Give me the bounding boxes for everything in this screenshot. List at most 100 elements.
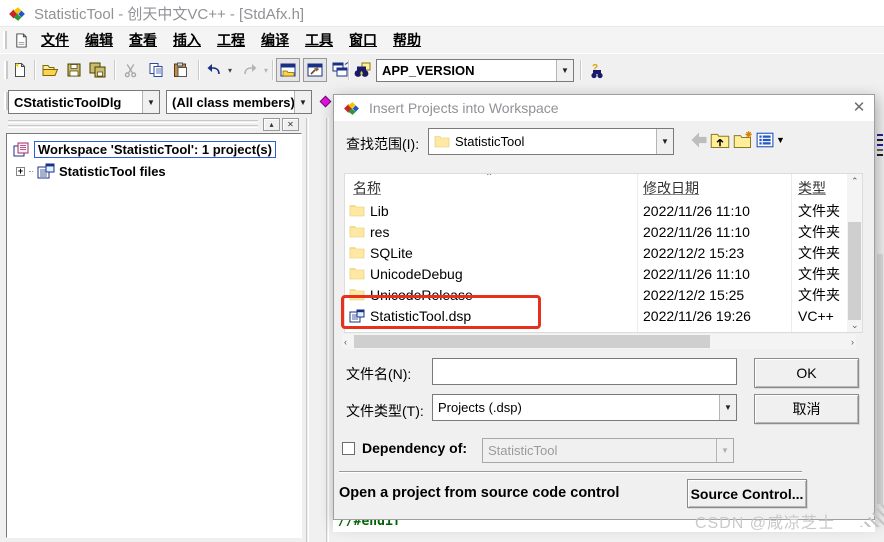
look-in-arrow-icon[interactable]: ▼ — [656, 129, 673, 154]
output-pane-toggle[interactable] — [303, 58, 327, 82]
scroll-left-icon[interactable]: ‹ — [344, 337, 347, 347]
tree-child-row[interactable]: + StatisticTool files — [16, 163, 166, 179]
watermark: CSDN @咸凉芝士 — [695, 509, 835, 533]
cancel-button[interactable]: 取消 — [754, 394, 859, 424]
menu-item[interactable]: 编译 — [253, 30, 297, 50]
file-date: 2022/12/2 15:25 — [643, 287, 744, 303]
panel-close-button[interactable]: ✕ — [282, 118, 299, 131]
dialog-titlebar: Insert Projects into Workspace ✕ — [334, 95, 874, 121]
highlight-annotation — [341, 295, 541, 329]
file-name[interactable]: res — [370, 224, 389, 240]
wizard-action-diamond-icon[interactable] — [318, 94, 333, 109]
column-header-type[interactable]: 类型 — [798, 178, 826, 198]
mdi-document-icon[interactable] — [14, 33, 29, 48]
view-menu-icon[interactable] — [756, 131, 774, 149]
save-all-button[interactable] — [86, 58, 110, 82]
scroll-thumb[interactable] — [848, 222, 861, 320]
undo-dropdown-caret[interactable]: ▾ — [228, 66, 232, 75]
file-row[interactable]: Lib2022/11/26 11:10文件夹 — [345, 200, 862, 221]
menu-item[interactable]: 帮助 — [385, 30, 429, 50]
members-combo[interactable]: (All class members) ▼ — [166, 90, 312, 114]
redo-button[interactable] — [238, 58, 262, 82]
undo-button[interactable] — [202, 58, 226, 82]
file-name-label: 文件名(N): — [346, 364, 411, 384]
find-in-files-button[interactable] — [350, 58, 374, 82]
file-type-arrow-icon[interactable]: ▼ — [719, 395, 736, 420]
tree-root-label[interactable]: Workspace 'StatisticTool': 1 project(s) — [34, 141, 276, 158]
cut-icon — [123, 63, 138, 78]
file-row[interactable]: SQLite2022/12/2 15:23文件夹 — [345, 242, 862, 263]
column-header-date[interactable]: 修改日期 — [643, 178, 699, 198]
menu-item[interactable]: 编辑 — [77, 30, 121, 50]
file-name[interactable]: SQLite — [370, 245, 413, 261]
column-header-name[interactable]: 名称 — [353, 178, 381, 198]
tree-root-row[interactable]: Workspace 'StatisticTool': 1 project(s) — [13, 141, 276, 158]
find-combo[interactable]: APP_VERSION ▼ — [376, 59, 574, 82]
class-combo-arrow-icon[interactable]: ▼ — [142, 91, 159, 113]
file-type: 文件夹 — [798, 201, 840, 221]
file-name[interactable]: UnicodeDebug — [370, 266, 463, 282]
panel-splitter[interactable] — [306, 118, 309, 542]
list-vertical-scrollbar[interactable]: ⌃ ⌄ — [847, 174, 862, 333]
up-folder-icon[interactable] — [710, 131, 730, 149]
toolbar-separator — [114, 60, 116, 80]
members-combo-arrow-icon[interactable]: ▼ — [294, 91, 311, 113]
scroll-right-icon[interactable]: › — [851, 337, 854, 347]
copy-button[interactable] — [144, 58, 168, 82]
menu-item[interactable]: 窗口 — [341, 30, 385, 50]
file-row[interactable]: res2022/11/26 11:10文件夹 — [345, 221, 862, 242]
ok-button[interactable]: OK — [754, 358, 859, 388]
members-combo-value: (All class members) — [167, 95, 294, 110]
new-file-button[interactable] — [8, 58, 32, 82]
save-icon — [66, 62, 82, 78]
look-in-combo[interactable]: StatisticTool ▼ — [428, 128, 674, 155]
tree-expand-icon[interactable]: + — [16, 167, 25, 176]
file-type-combo[interactable]: Projects (.dsp) ▼ — [432, 394, 737, 421]
list-horizontal-scrollbar[interactable]: ‹ › — [342, 334, 856, 349]
save-button[interactable] — [62, 58, 86, 82]
dialog-title: Insert Projects into Workspace — [369, 100, 835, 116]
tree-child-label[interactable]: StatisticTool files — [59, 164, 166, 179]
find-combo-arrow-icon[interactable]: ▼ — [556, 60, 573, 81]
workspace-panel-header: ▴ ✕ — [2, 118, 308, 132]
menu-item[interactable]: 工具 — [297, 30, 341, 50]
class-combo-value: CStatisticToolDlg — [9, 95, 142, 110]
panel-minimize-button[interactable]: ▴ — [263, 118, 280, 131]
class-combo[interactable]: CStatisticToolDlg ▼ — [8, 90, 160, 114]
scroll-down-icon[interactable]: ⌄ — [851, 320, 859, 331]
editor-scrollbar[interactable] — [877, 254, 883, 504]
source-control-button[interactable]: Source Control... — [687, 479, 807, 508]
menu-item[interactable]: 查看 — [121, 30, 165, 50]
dependency-combo[interactable]: StatisticTool ▼ — [482, 438, 734, 463]
toolbar-separator — [34, 60, 36, 80]
menu-item[interactable]: 工程 — [209, 30, 253, 50]
menu-item[interactable]: 插入 — [165, 30, 209, 50]
menu-item[interactable]: 文件 — [33, 30, 77, 50]
folder-icon — [349, 267, 365, 280]
menubar-grip[interactable] — [3, 31, 7, 49]
sort-ascending-icon[interactable]: ⌃ — [485, 173, 493, 183]
paste-button[interactable] — [168, 58, 192, 82]
search-help-button[interactable]: ? — [584, 58, 608, 82]
file-row[interactable]: UnicodeDebug2022/11/26 11:10文件夹 — [345, 263, 862, 284]
dependency-checkbox[interactable] — [342, 442, 355, 455]
code-fragment — [877, 149, 883, 151]
save-all-icon — [89, 62, 107, 78]
open-button[interactable] — [38, 58, 62, 82]
view-menu-caret-icon[interactable]: ▼ — [776, 135, 785, 145]
panel-grip[interactable] — [8, 120, 258, 123]
scroll-up-icon[interactable]: ⌃ — [851, 176, 859, 187]
cut-button[interactable] — [118, 58, 142, 82]
back-icon[interactable] — [689, 131, 709, 149]
file-name-input[interactable] — [432, 358, 737, 385]
scroll-thumb[interactable] — [354, 335, 710, 348]
workspace-pane-toggle[interactable] — [276, 58, 300, 82]
redo-dropdown-caret[interactable]: ▾ — [264, 66, 268, 75]
new-folder-icon[interactable] — [733, 131, 753, 149]
panel-grip[interactable] — [8, 125, 258, 128]
file-name[interactable]: Lib — [370, 203, 389, 219]
copy-icon — [148, 62, 164, 78]
dialog-close-button[interactable]: ✕ — [844, 96, 874, 120]
folder-icon — [349, 225, 365, 238]
toolbar-separator — [580, 60, 582, 80]
